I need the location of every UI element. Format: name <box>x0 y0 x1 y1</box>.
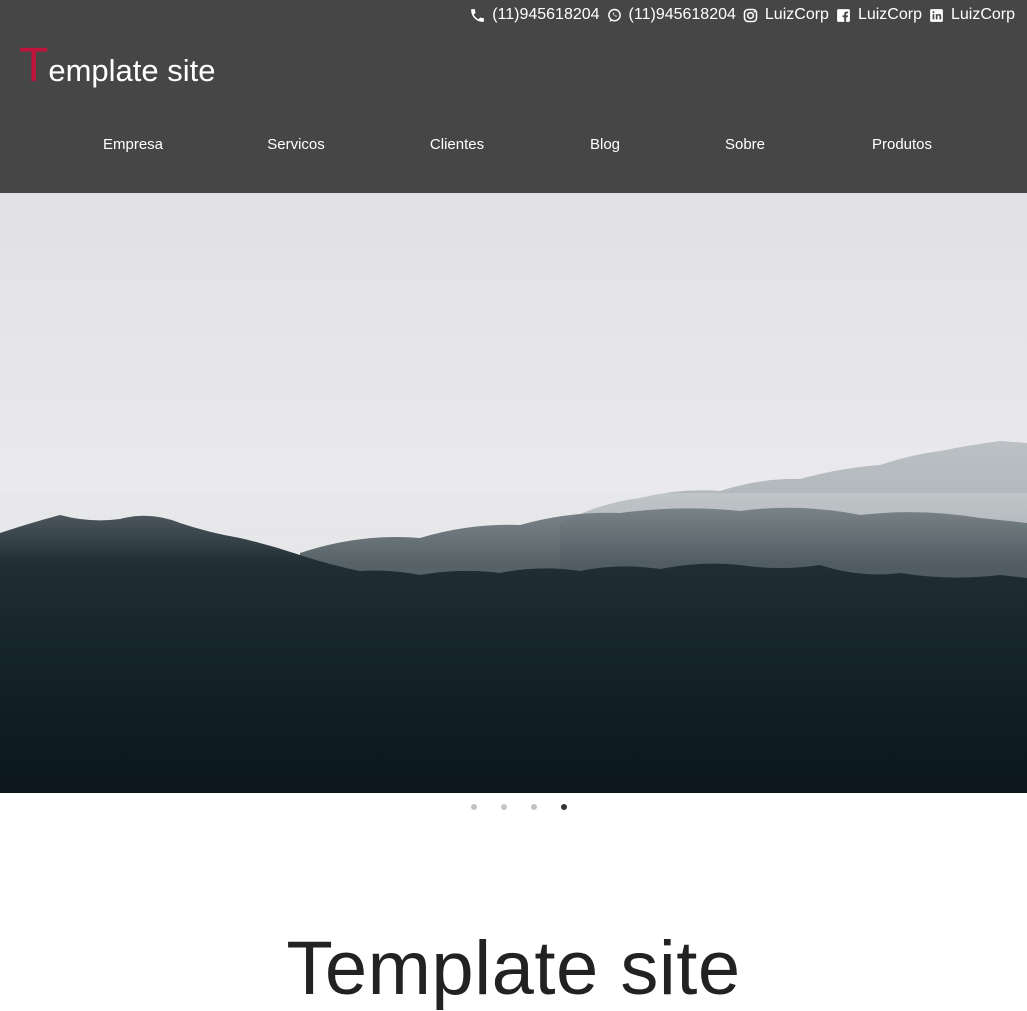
carousel-dot[interactable] <box>531 804 537 810</box>
instagram-icon <box>742 7 759 24</box>
instagram-link[interactable]: LuizCorp <box>742 6 829 24</box>
logo-first-letter: T <box>19 39 49 92</box>
whatsapp-number: (11)945618204 <box>628 6 736 23</box>
linkedin-link[interactable]: LuizCorp <box>928 6 1015 24</box>
facebook-handle: LuizCorp <box>857 6 922 23</box>
site-logo[interactable]: Template site <box>19 42 215 90</box>
site-header: (11)945618204 (11)945618204 LuizCorp Lui… <box>0 0 1027 193</box>
misty-forest-image <box>0 193 1027 793</box>
instagram-handle: LuizCorp <box>764 6 829 23</box>
carousel-dot-active[interactable] <box>561 804 567 810</box>
carousel-dot[interactable] <box>471 804 477 810</box>
whatsapp-link[interactable]: (11)945618204 <box>606 6 736 24</box>
nav-item-clientes[interactable]: Clientes <box>430 136 484 153</box>
logo-text: emplate site <box>48 53 216 88</box>
linkedin-handle: LuizCorp <box>950 6 1015 23</box>
facebook-icon <box>835 7 852 24</box>
contact-bar: (11)945618204 (11)945618204 LuizCorp Lui… <box>469 4 1015 26</box>
main-nav: Empresa Servicos Clientes Blog Sobre Pro… <box>0 136 1027 158</box>
nav-item-servicos[interactable]: Servicos <box>267 136 325 153</box>
page-title: Template site <box>286 925 741 1011</box>
linkedin-icon <box>928 7 945 24</box>
nav-item-produtos[interactable]: Produtos <box>872 136 932 153</box>
whatsapp-icon <box>606 7 623 24</box>
nav-item-sobre[interactable]: Sobre <box>725 136 765 153</box>
phone-icon <box>469 7 486 24</box>
facebook-link[interactable]: LuizCorp <box>835 6 922 24</box>
nav-item-blog[interactable]: Blog <box>590 136 620 153</box>
hero-carousel[interactable] <box>0 193 1027 793</box>
phone-link[interactable]: (11)945618204 <box>469 6 600 24</box>
phone-number: (11)945618204 <box>492 6 600 23</box>
carousel-indicators <box>0 804 1027 812</box>
carousel-dot[interactable] <box>501 804 507 810</box>
nav-item-empresa[interactable]: Empresa <box>103 136 163 153</box>
